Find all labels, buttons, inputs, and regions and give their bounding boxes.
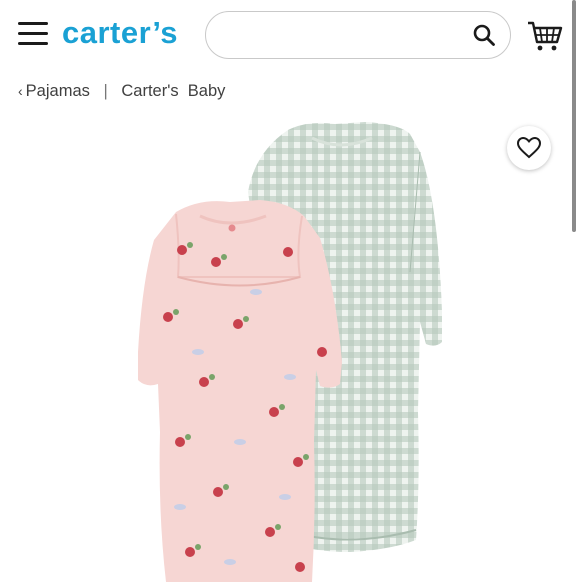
search-input[interactable] <box>224 22 468 50</box>
breadcrumb: ‹ Pajamas | Carter's Baby <box>18 80 225 102</box>
breadcrumb-separator: | <box>103 82 108 100</box>
breadcrumb-item-label: Pajamas <box>25 82 90 100</box>
search-bar[interactable] <box>205 11 511 59</box>
hamburger-menu-icon[interactable] <box>18 22 48 48</box>
breadcrumb-carters-baby-link[interactable]: Carter's Baby <box>121 82 225 100</box>
product-image[interactable] <box>120 112 450 582</box>
heart-icon <box>517 137 541 159</box>
breadcrumb-pajamas-link[interactable]: ‹ Pajamas <box>18 82 94 100</box>
search-icon[interactable] <box>472 23 496 47</box>
site-header: carter’s <box>0 0 580 72</box>
shopping-cart-icon[interactable] <box>527 20 563 52</box>
pink-floral-gown <box>138 200 342 582</box>
chevron-left-icon: ‹ <box>18 83 23 99</box>
favorite-button[interactable] <box>507 126 551 170</box>
scrollbar[interactable] <box>572 0 576 232</box>
brand-logo[interactable]: carter’s <box>62 13 178 53</box>
